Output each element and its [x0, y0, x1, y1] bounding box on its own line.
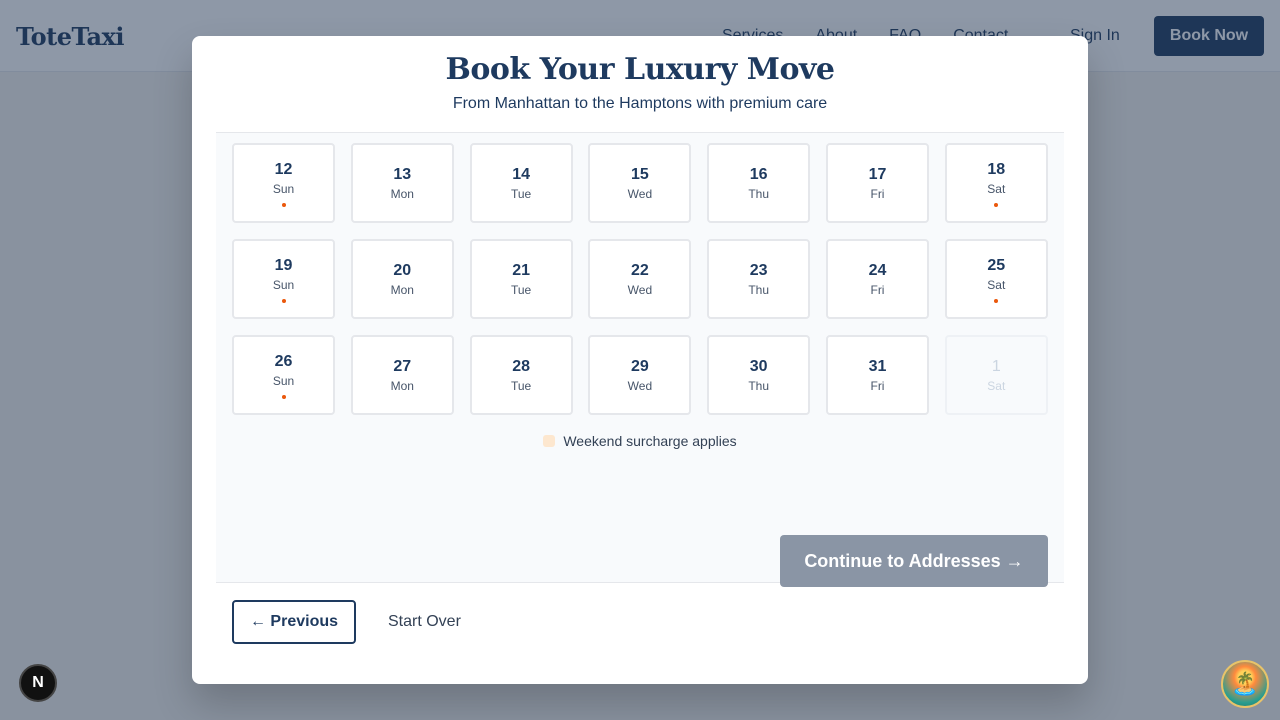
day-number: 28 [512, 357, 530, 375]
day-number: 20 [393, 261, 412, 279]
day-number: 13 [393, 165, 412, 183]
start-over-link[interactable]: Start Over [388, 613, 461, 631]
day-of-week: Thu [748, 378, 770, 393]
day-of-week: Sat [987, 181, 1006, 196]
calendar-day[interactable]: 20 Mon [350, 239, 454, 319]
calendar-day[interactable]: 12 Sun [232, 143, 335, 223]
day-number: 15 [630, 165, 649, 183]
calendar-day[interactable]: 29 Wed [588, 335, 692, 415]
legend-text: Weekend surcharge applies [563, 433, 737, 449]
calendar-day[interactable]: 21 Tue [469, 239, 573, 319]
day-number: 1 [991, 357, 1001, 375]
calendar-day[interactable]: 27 Mon [350, 335, 454, 415]
previous-button[interactable]: ← Previous [232, 600, 356, 644]
day-number: 26 [274, 352, 293, 370]
calendar-grid: 12 Sun 13 Mon 14 Tue 15 Wed 16 Thu 17 Fri 18 Sat 19 Sun… [232, 143, 1048, 415]
weekend-surcharge-dot-icon [281, 202, 286, 207]
calendar-day: 1 Sat [944, 335, 1048, 415]
weekend-surcharge-dot-icon [281, 298, 286, 303]
calendar-day[interactable]: 13 Mon [350, 143, 454, 223]
calendar-day[interactable]: 14 Tue [469, 143, 573, 223]
day-of-week: Wed [627, 378, 653, 393]
weekend-surcharge-dot-icon [281, 394, 286, 399]
day-of-week: Tue [510, 186, 532, 201]
nextjs-dev-badge[interactable]: N [19, 664, 57, 702]
day-of-week: Mon [390, 186, 414, 201]
modal-subtitle: From Manhattan to the Hamptons with prem… [452, 95, 828, 112]
day-of-week: Thu [748, 186, 770, 201]
day-number: 17 [868, 165, 887, 183]
day-of-week: Fri [870, 186, 885, 201]
day-of-week: Sun [272, 181, 295, 196]
day-number: 21 [512, 261, 530, 279]
surcharge-legend: Weekend surcharge applies [216, 433, 1064, 449]
date-picker-panel: 12 Sun 13 Mon 14 Tue 15 Wed 16 Thu 17 Fri 18 Sat 19 Sun… [216, 132, 1064, 587]
day-of-week: Mon [390, 282, 414, 297]
continue-to-addresses-button[interactable]: Continue to Addresses → [780, 535, 1048, 587]
day-of-week: Wed [627, 282, 653, 297]
weekend-surcharge-dot-icon [994, 298, 999, 303]
day-number: 29 [630, 357, 649, 375]
day-number: 19 [274, 256, 293, 274]
weekend-surcharge-dot-icon [994, 202, 999, 207]
calendar-day[interactable]: 24 Fri [825, 239, 929, 319]
calendar-day[interactable]: 16 Thu [707, 143, 811, 223]
calendar-day[interactable]: 18 Sat [944, 143, 1048, 223]
calendar-day[interactable]: 25 Sat [944, 239, 1048, 319]
day-number: 23 [749, 261, 768, 279]
calendar-day[interactable]: 17 Fri [825, 143, 929, 223]
day-number: 27 [393, 357, 412, 375]
day-of-week: Tue [510, 282, 532, 297]
day-of-week: Sun [272, 373, 295, 388]
day-of-week: Mon [390, 378, 414, 393]
calendar-day[interactable]: 31 Fri [825, 335, 929, 415]
day-of-week: Wed [627, 186, 653, 201]
day-of-week: Thu [748, 282, 770, 297]
day-of-week: Sat [987, 277, 1006, 292]
calendar-day[interactable]: 30 Thu [707, 335, 811, 415]
day-number: 12 [274, 160, 293, 178]
day-number: 14 [512, 165, 530, 183]
day-number: 24 [868, 261, 887, 279]
day-of-week: Fri [870, 378, 885, 393]
day-of-week: Tue [510, 378, 532, 393]
day-number: 16 [749, 165, 768, 183]
calendar-day[interactable]: 15 Wed [588, 143, 692, 223]
day-of-week: Fri [870, 282, 885, 297]
day-of-week: Sun [272, 277, 295, 292]
day-number: 25 [987, 256, 1006, 274]
legend-swatch [543, 435, 556, 447]
calendar-day[interactable]: 26 Sun [232, 335, 335, 415]
modal-title: Book Your Luxury Move [445, 52, 835, 87]
booking-modal: Book Your Luxury Move From Manhattan to … [192, 36, 1088, 684]
day-of-week: Sat [987, 378, 1006, 393]
day-number: 18 [987, 160, 1006, 178]
calendar-day[interactable]: 22 Wed [588, 239, 692, 319]
day-number: 22 [630, 261, 649, 279]
calendar-day[interactable]: 23 Thu [707, 239, 811, 319]
day-number: 31 [868, 357, 887, 375]
day-number: 30 [749, 357, 768, 375]
calendar-day[interactable]: 19 Sun [232, 239, 335, 319]
chat-avatar-widget[interactable]: 🏝️ [1221, 660, 1269, 708]
calendar-day[interactable]: 28 Tue [469, 335, 573, 415]
